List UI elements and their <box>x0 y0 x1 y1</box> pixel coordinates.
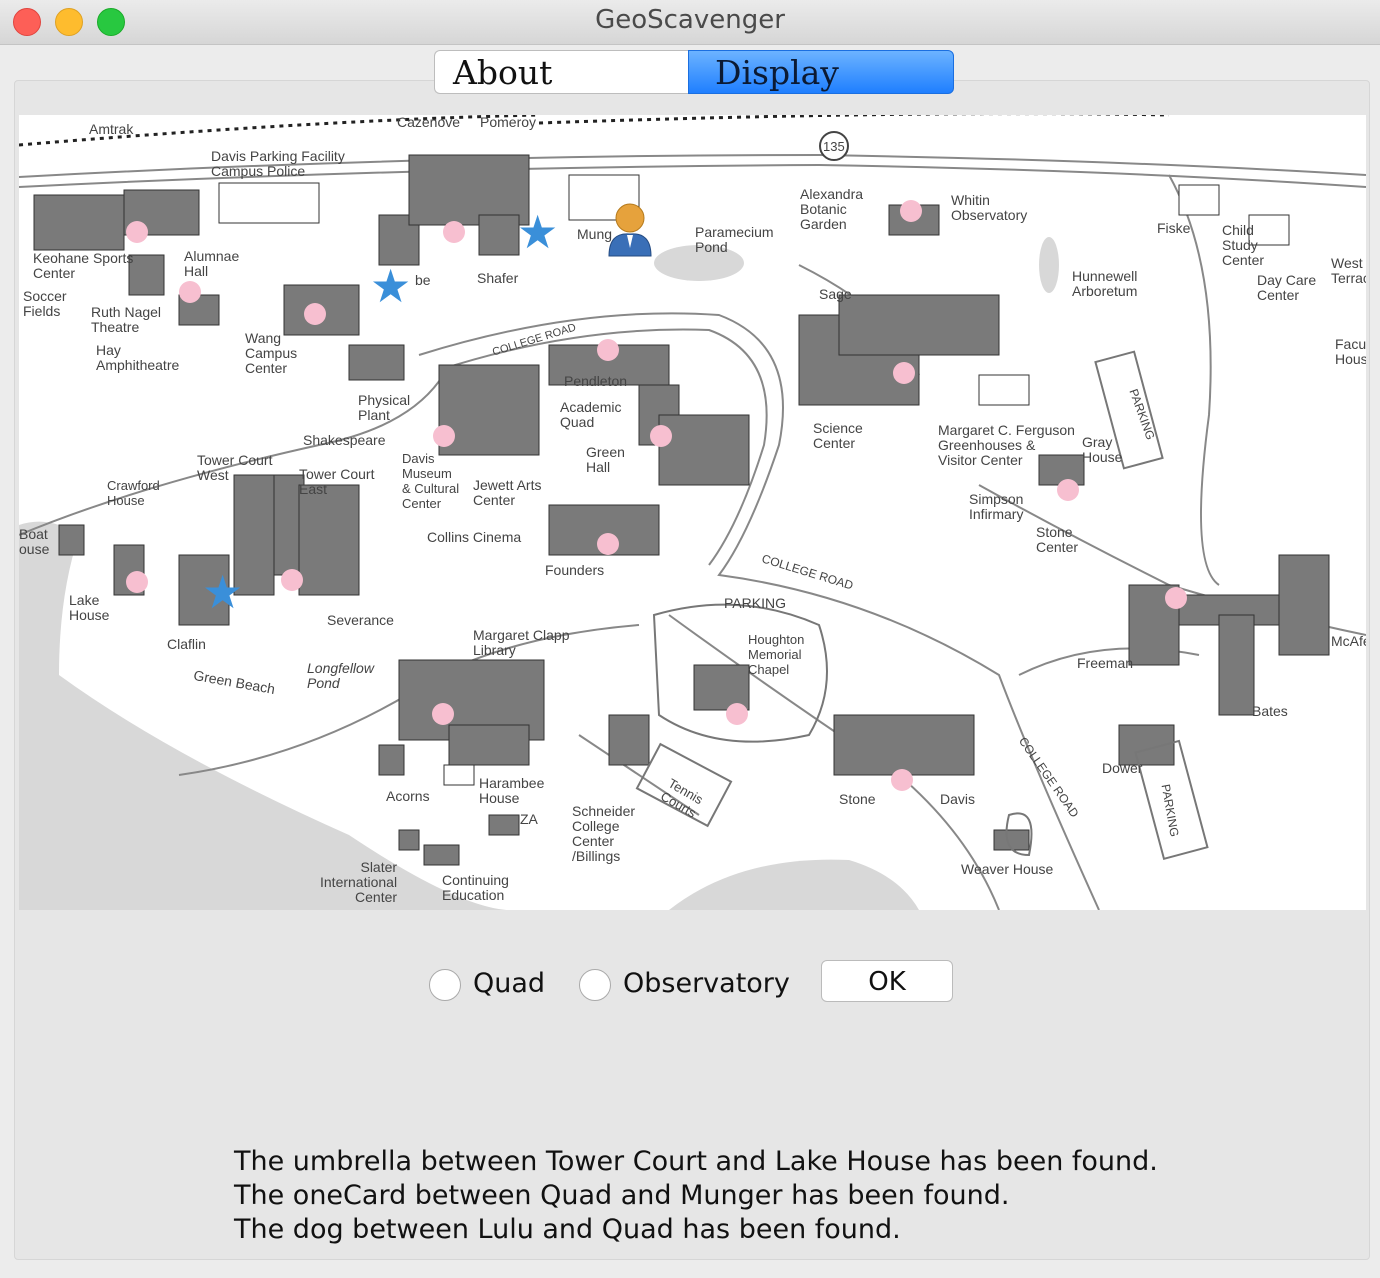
title-bar: GeoScavenger <box>0 0 1380 45</box>
map-label-keohane: Keohane Sports Center <box>33 250 134 281</box>
map-label-mcafee: McAfe <box>1331 633 1366 649</box>
map-label-dower: Dower <box>1102 760 1143 776</box>
map-label-green-hall: Green Hall <box>586 444 625 475</box>
map-label-tower-court-west: Tower Court West <box>197 452 273 483</box>
map-label-freeman: Freeman <box>1077 655 1134 671</box>
location-dot[interactable] <box>893 362 915 384</box>
map-label-amtrak: Amtrak <box>89 121 134 137</box>
location-dot[interactable] <box>597 339 619 361</box>
found-message: The dog between Lulu and Quad has been f… <box>234 1214 901 1245</box>
location-dot[interactable] <box>650 425 672 447</box>
map-label-bates: Bates <box>1252 703 1288 719</box>
tab-about[interactable]: About <box>434 50 688 94</box>
map-label-weaver: Weaver House <box>961 861 1054 877</box>
location-dot[interactable] <box>597 533 619 555</box>
map-label-shafer: Shafer <box>477 270 519 286</box>
map-label-whitin: Whitin Observatory <box>951 192 1028 223</box>
radio-observatory[interactable] <box>579 969 611 1001</box>
map-label-acorns: Acorns <box>386 788 430 804</box>
map-label-fiske: Fiske <box>1157 220 1191 236</box>
map-label-beebe: be <box>415 272 431 288</box>
map-label-davis-parking: Davis Parking Facility Campus Police <box>211 148 345 179</box>
map-label-lake-house: Lake House <box>69 592 110 623</box>
map-label-science-center: Science Center <box>813 420 863 451</box>
location-dot[interactable] <box>1165 587 1187 609</box>
map-label-crawford: Crawford House <box>107 478 160 508</box>
location-dot[interactable] <box>304 303 326 325</box>
map-label-collins: Collins Cinema <box>427 529 522 545</box>
location-dot[interactable] <box>443 221 465 243</box>
found-item-star-icon[interactable]: ★ <box>370 263 411 309</box>
radio-quad-label[interactable]: Quad <box>473 969 545 999</box>
map-label-cazenove: Cazenove <box>397 115 461 130</box>
map-label-severance: Severance <box>327 612 394 628</box>
map-label-schneider: Schneider College Center /Billings <box>572 803 636 864</box>
map-label-ruth-nagel: Ruth Nagel Theatre <box>91 304 162 335</box>
window-title: GeoScavenger <box>595 5 785 35</box>
map-label-houghton: Houghton Memorial Chapel <box>748 632 805 677</box>
map-label-clapp: Margaret Clapp Library <box>473 627 570 658</box>
route-135-sign: 135 <box>823 139 845 154</box>
ok-button[interactable]: OK <box>821 960 953 1002</box>
map-label-founders: Founders <box>545 562 605 578</box>
map-label-shakespeare: Shakespeare <box>303 432 386 448</box>
map-label-simpson: Simpson Infirmary <box>969 491 1024 522</box>
map-label-harambee: Harambee House <box>479 775 545 806</box>
map-label-stone: Stone <box>839 791 876 807</box>
map-label-jewett: Jewett Arts Center <box>473 477 542 508</box>
map-label-academic-quad: Academic Quad <box>560 399 622 430</box>
campus-map[interactable]: Amtrak Cazenove Pomeroy 135 Davis Parkin… <box>19 115 1366 910</box>
map-label-faculty: Facu Hous <box>1335 336 1366 367</box>
map-label-sage: Sage <box>819 286 852 302</box>
map-label-child-study: Child Study Center <box>1222 222 1265 268</box>
location-dot[interactable] <box>900 200 922 222</box>
map-label-soccer: Soccer Fields <box>23 288 67 319</box>
location-dot[interactable] <box>126 571 148 593</box>
map-label-paramecium: Paramecium Pond <box>695 224 774 255</box>
map-label-claflin: Claflin <box>167 636 206 652</box>
person-marker-icon[interactable] <box>605 202 655 258</box>
map-label-physical-plant: Physical Plant <box>358 392 411 423</box>
map-label-hay: Hay Amphitheatre <box>96 342 180 373</box>
radio-quad[interactable] <box>429 969 461 1001</box>
tab-display[interactable]: Display <box>688 50 954 94</box>
map-label-slater: Slater International Center <box>320 859 398 905</box>
map-label-za: ZA <box>520 811 538 827</box>
location-dot[interactable] <box>433 425 455 447</box>
map-label-alumnae: Alumnae Hall <box>184 248 240 279</box>
map-label-pendleton: Pendleton <box>564 373 628 389</box>
map-label-pomeroy: Pomeroy <box>480 115 537 130</box>
map-label-wang: Wang Campus Center <box>245 330 298 376</box>
found-item-star-icon[interactable]: ★ <box>517 209 558 255</box>
map-label-tower-court-east: Tower Court East <box>299 466 375 497</box>
map-label-longfellow: Longfellow Pond <box>307 660 374 691</box>
found-messages: The umbrella between Tower Court and Lak… <box>234 1145 1158 1247</box>
location-dot[interactable] <box>1057 479 1079 501</box>
map-label-davis: Davis <box>940 791 976 807</box>
map-label-continuing: Continuing Education <box>442 872 509 903</box>
map-label-hunnewell: Hunnewell Arboretum <box>1072 268 1138 299</box>
found-message: The umbrella between Tower Court and Lak… <box>234 1146 1158 1177</box>
map-label-west-terrace: West Terrac <box>1331 255 1366 286</box>
location-dot[interactable] <box>281 569 303 591</box>
location-dot[interactable] <box>126 221 148 243</box>
location-dot[interactable] <box>432 703 454 725</box>
location-dot[interactable] <box>891 769 913 791</box>
tab-bar: About Display <box>434 50 954 96</box>
map-label-boat-house: Boat ouse <box>19 526 50 557</box>
found-message: The oneCard between Quad and Munger has … <box>234 1180 1010 1211</box>
map-label-davis-museum: Davis Museum & Cultural Center <box>402 451 460 511</box>
location-dot[interactable] <box>179 281 201 303</box>
radio-observatory-label[interactable]: Observatory <box>623 969 790 999</box>
map-label-parking-mid: PARKING <box>724 595 786 611</box>
map-label-gray-house: Gray House <box>1082 434 1123 465</box>
map-label-day-care: Day Care Center <box>1257 272 1317 303</box>
map-label-alexandra: Alexandra Botanic Garden <box>800 186 864 232</box>
found-item-star-icon[interactable]: ★ <box>202 569 243 615</box>
answer-controls: Quad Observatory OK <box>0 955 1380 1015</box>
location-dot[interactable] <box>726 703 748 725</box>
map-label-stone-center: Stone Center <box>1036 524 1079 555</box>
map-label-ferguson: Margaret C. Ferguson Greenhouses & Visit… <box>938 422 1075 468</box>
